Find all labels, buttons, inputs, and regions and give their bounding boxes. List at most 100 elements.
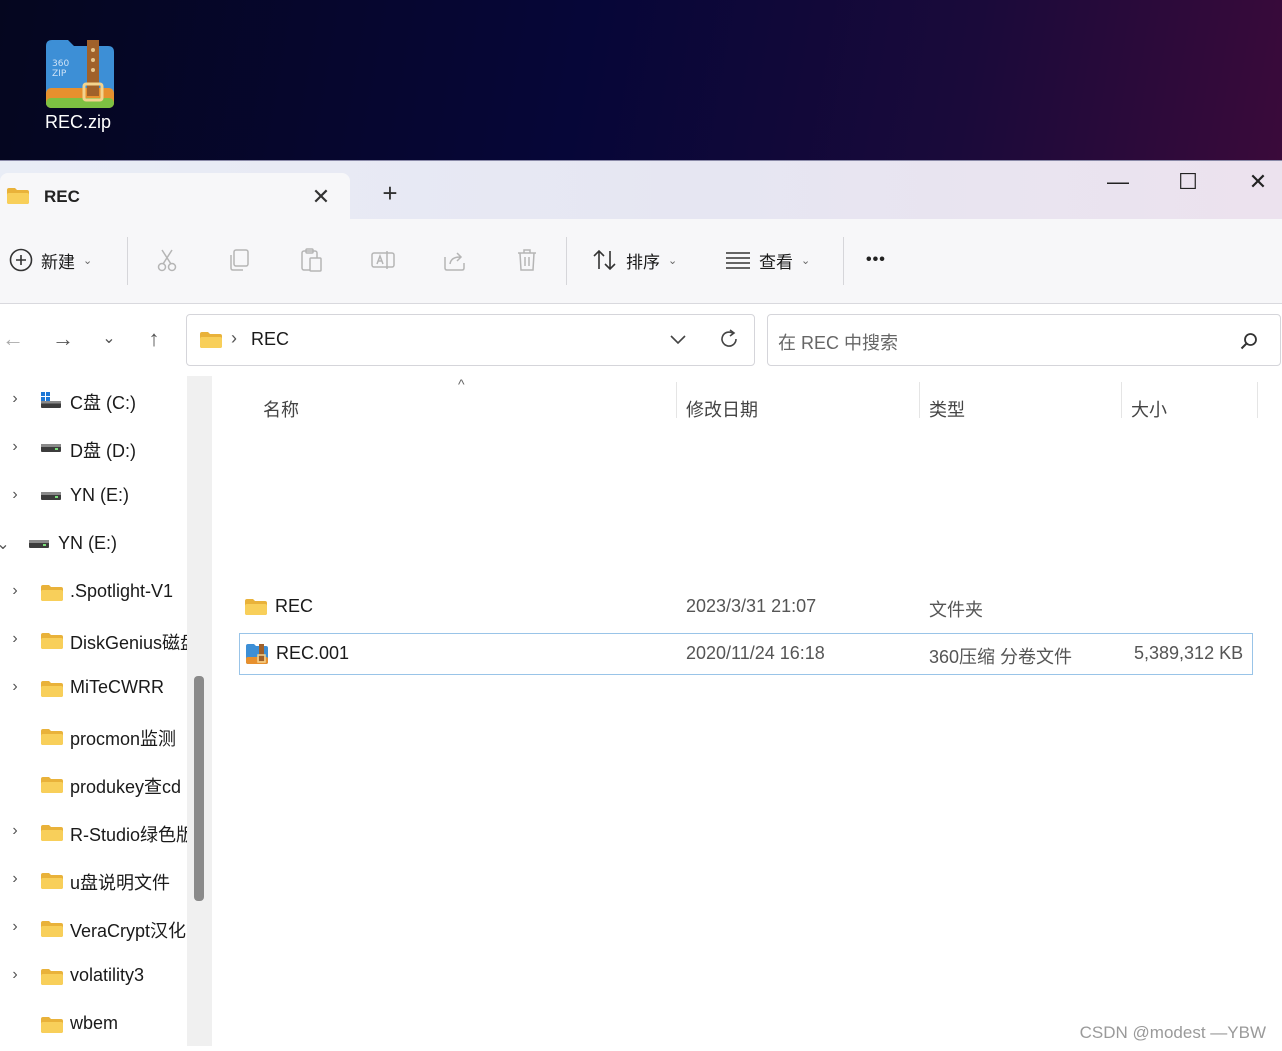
sidebar-item[interactable]: wbem [0, 1004, 190, 1044]
watermark: CSDN @modest —YBW [1079, 1023, 1266, 1042]
search-input[interactable]: 在 REC 中搜索 [778, 329, 898, 355]
sort-button[interactable]: 排序 ⌄ [592, 245, 677, 275]
file-type: 文件夹 [929, 600, 983, 620]
chevron-down-icon: ⌄ [668, 254, 678, 267]
column-divider [1257, 382, 1258, 418]
new-button-label: 新建 [41, 252, 75, 272]
archive-icon [246, 644, 268, 664]
maximize-button[interactable]: ☐ [1168, 169, 1208, 199]
column-header-size[interactable]: 大小 [1131, 396, 1167, 422]
breadcrumb-rec[interactable]: REC [251, 329, 289, 350]
folder-icon [40, 968, 64, 991]
sidebar-item-label: volatility3 [70, 965, 145, 985]
sidebar-item[interactable]: › DiskGenius磁盘 [0, 620, 190, 660]
toolbar-divider [843, 237, 844, 285]
close-button[interactable]: ✕ [1238, 169, 1278, 199]
view-button[interactable]: 查看 ⌄ [725, 245, 810, 275]
folder-icon [40, 872, 64, 895]
chevron-down-icon[interactable] [669, 333, 687, 345]
chevron-right-icon[interactable]: › [8, 438, 22, 456]
sidebar-item[interactable]: › C盘 (C:) [0, 380, 190, 420]
folder-icon [40, 632, 64, 655]
search-box[interactable]: 在 REC 中搜索 [767, 314, 1281, 366]
desktop-file-label: REC.zip [44, 112, 111, 132]
view-button-label: 查看 [759, 252, 793, 272]
chevron-right-icon[interactable]: › [8, 390, 22, 408]
chevron-down-icon: ⌄ [801, 254, 811, 267]
tab-close-button[interactable]: ✕ [310, 184, 332, 210]
tab-rec[interactable]: REC ✕ [0, 173, 350, 219]
minimize-button[interactable]: — [1098, 169, 1138, 199]
chevron-right-icon[interactable]: › [8, 870, 22, 888]
chevron-right-icon[interactable]: › [8, 822, 22, 840]
column-header-type[interactable]: 类型 [929, 396, 965, 422]
sidebar-item[interactable]: › YN (E:) [0, 476, 190, 516]
address-bar[interactable]: › REC [186, 314, 755, 366]
sidebar-item[interactable]: › MiTeCWRR [0, 668, 190, 708]
new-button[interactable]: 新建 ⌄ [9, 245, 92, 275]
column-header-name[interactable]: 名称 [263, 396, 299, 422]
recent-locations-chevron-icon[interactable]: ⌄ [96, 326, 122, 352]
sidebar-item-label: .Spotlight-V1 [70, 581, 174, 601]
scrollbar-thumb[interactable] [194, 676, 204, 901]
sidebar-item[interactable]: › .Spotlight-V1 [0, 572, 190, 612]
chevron-right-icon[interactable]: › [8, 582, 22, 600]
table-row-selected[interactable]: REC.001 2020/11/24 16:18 360压缩 分卷文件 5,38… [239, 633, 1253, 675]
file-name: REC.001 [276, 643, 350, 663]
up-arrow-icon[interactable]: ↑ [141, 326, 167, 352]
column-divider [1121, 382, 1122, 418]
navigation-scrollbar[interactable] [187, 376, 212, 1046]
forward-arrow-icon[interactable]: → [50, 326, 76, 352]
chevron-down-icon[interactable]: ⌄ [0, 534, 10, 554]
chevron-right-icon[interactable]: › [8, 486, 22, 504]
sidebar-item-label: DiskGenius磁盘 [70, 633, 190, 653]
sidebar-item-label: MiTeCWRR [70, 677, 164, 697]
chevron-right-icon[interactable]: › [8, 630, 22, 648]
sidebar-item[interactable]: › VeraCrypt汉化 [0, 908, 190, 948]
svg-text:ZIP: ZIP [52, 69, 67, 79]
folder-icon [40, 1016, 64, 1039]
sidebar-item[interactable]: ⌄ YN (E:) [0, 524, 190, 564]
chevron-right-icon[interactable]: › [8, 966, 22, 984]
sort-icon [593, 249, 616, 271]
sort-ascending-indicator-icon: ^ [458, 376, 465, 392]
tab-title: REC [44, 187, 80, 206]
refresh-icon[interactable] [718, 328, 740, 350]
drive-icon [40, 392, 62, 415]
desktop-file-rec-zip[interactable]: 360 ZIP REC.zip [36, 36, 120, 133]
sidebar-item[interactable]: procmon监测 [0, 716, 190, 756]
sidebar-item-label: VeraCrypt汉化 [70, 921, 187, 941]
address-row: ← → ⌄ ↑ › REC 在 REC 中搜索 [0, 304, 1282, 374]
sidebar-item[interactable]: › R-Studio绿色版 [0, 812, 190, 852]
drive-icon [40, 440, 62, 459]
sidebar-item[interactable]: › volatility3 [0, 956, 190, 996]
folder-icon [40, 920, 64, 943]
search-icon[interactable] [1240, 332, 1258, 350]
sidebar-item-label: u盘说明文件 [70, 873, 171, 893]
chevron-right-icon[interactable]: › [8, 678, 22, 696]
delete-icon[interactable] [514, 247, 540, 273]
column-header-modified[interactable]: 修改日期 [686, 396, 758, 422]
cut-icon[interactable] [154, 247, 180, 273]
back-arrow-icon[interactable]: ← [0, 326, 26, 352]
sidebar-item-label: D盘 (D:) [70, 441, 136, 461]
paste-icon[interactable] [298, 247, 324, 273]
sidebar-item[interactable]: › D盘 (D:) [0, 428, 190, 468]
more-options-button[interactable]: ••• [866, 245, 886, 275]
folder-icon [40, 824, 64, 847]
folder-icon [7, 188, 29, 204]
sort-button-label: 排序 [626, 252, 660, 272]
column-divider [676, 382, 677, 418]
new-tab-button[interactable]: + [378, 180, 402, 206]
sidebar-item-label: produkey查cd [70, 777, 182, 797]
share-icon[interactable] [442, 247, 468, 273]
folder-icon [40, 584, 64, 607]
rename-icon[interactable] [370, 247, 396, 273]
chevron-right-icon[interactable]: › [8, 918, 22, 936]
folder-icon [245, 599, 267, 615]
sidebar-item[interactable]: produkey查cd [0, 764, 190, 804]
file-modified: 2023/3/31 21:07 [686, 596, 817, 616]
copy-icon[interactable] [226, 247, 252, 273]
table-row[interactable]: REC 2023/3/31 21:07 文件夹 [239, 587, 1251, 627]
sidebar-item[interactable]: › u盘说明文件 [0, 860, 190, 900]
